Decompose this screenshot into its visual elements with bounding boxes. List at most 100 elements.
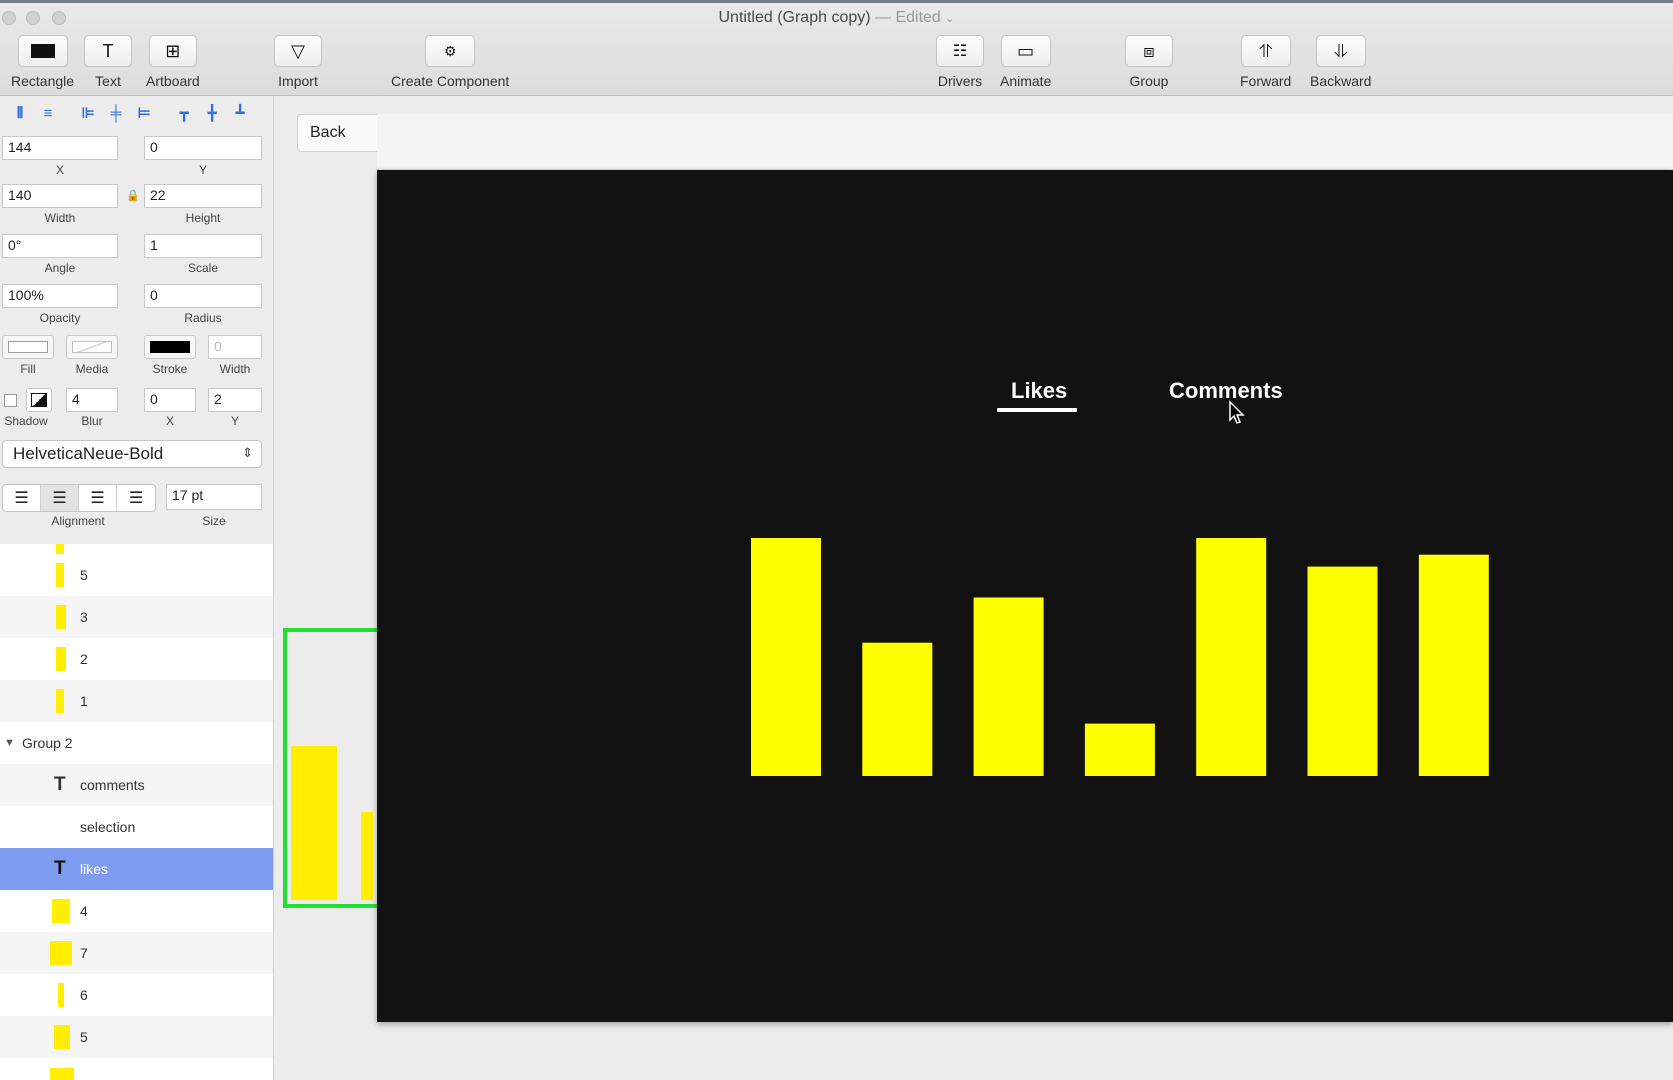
canvas[interactable]: Back Likes Comments bbox=[275, 96, 1673, 1080]
font-size-field[interactable]: 17 pt bbox=[166, 484, 262, 510]
preview-bar[interactable] bbox=[361, 812, 373, 900]
media-swatch[interactable] bbox=[66, 335, 118, 359]
layer-row[interactable]: 6 bbox=[0, 974, 273, 1016]
align-left-icon[interactable]: ⊫ bbox=[74, 102, 102, 124]
layer-name: 7 bbox=[80, 945, 88, 961]
drivers-button[interactable]: ☷ Drivers bbox=[936, 35, 984, 89]
layer-name: selection bbox=[80, 819, 136, 835]
text-align-right-icon[interactable]: ☰ bbox=[79, 485, 117, 511]
width-field[interactable]: 140 bbox=[2, 184, 118, 208]
font-select-value: HelveticaNeue-Bold bbox=[13, 444, 164, 463]
layer-thumbnail bbox=[56, 563, 64, 587]
tab-likes[interactable]: Likes bbox=[1011, 378, 1067, 404]
chart-bar-2[interactable] bbox=[862, 642, 933, 776]
opacity-label: Opacity bbox=[39, 311, 81, 325]
opacity-field[interactable]: 100% bbox=[2, 284, 118, 308]
layer-thumbnail bbox=[50, 1068, 74, 1080]
align-middle-icon[interactable]: ╋ bbox=[198, 102, 226, 124]
disclosure-triangle-icon[interactable]: ▼ bbox=[4, 737, 15, 749]
layer-row[interactable]: 7 bbox=[0, 932, 273, 974]
chart-bar-7[interactable] bbox=[1418, 554, 1489, 776]
layer-row[interactable]: 5 bbox=[0, 1016, 273, 1058]
layer-name: 1 bbox=[80, 693, 88, 709]
font-select[interactable]: HelveticaNeue-Bold ⇕ bbox=[2, 440, 262, 468]
align-top-icon[interactable]: ┳ bbox=[170, 102, 198, 124]
shadow-y-field[interactable]: 2 bbox=[208, 388, 262, 412]
layer-row-selected[interactable]: T likes bbox=[0, 848, 273, 890]
chart-bar-6[interactable] bbox=[1307, 566, 1378, 776]
preview-bar[interactable] bbox=[291, 746, 337, 900]
chart-bar-5[interactable] bbox=[1196, 538, 1267, 776]
align-center-icon[interactable]: ╪ bbox=[102, 102, 130, 124]
edited-indicator[interactable]: — Edited bbox=[875, 9, 941, 26]
angle-field[interactable]: 0° bbox=[2, 234, 118, 258]
layer-thumbnail bbox=[52, 899, 70, 923]
layer-row[interactable]: 2 bbox=[0, 638, 273, 680]
bar-chart bbox=[751, 538, 1489, 777]
layer-row[interactable]: 3 bbox=[0, 596, 273, 638]
layer-row[interactable]: T comments bbox=[0, 764, 273, 806]
x-field[interactable]: 144 bbox=[2, 136, 118, 160]
shadow-checkbox[interactable] bbox=[4, 394, 17, 407]
artboard[interactable]: Likes Comments bbox=[377, 170, 1673, 1022]
lock-icon[interactable]: 🔒 bbox=[126, 189, 140, 202]
create-component-button[interactable]: ⚙ Create Component bbox=[391, 35, 509, 89]
blur-field[interactable]: 4 bbox=[66, 388, 118, 412]
chevron-down-icon[interactable]: ⌄ bbox=[945, 13, 954, 25]
stroke-width-label: Width bbox=[219, 362, 251, 376]
layer-row[interactable]: 1 bbox=[0, 680, 273, 722]
layer-group-row[interactable]: ▼ Group 2 bbox=[0, 722, 273, 764]
text-align-center-icon[interactable]: ☰ bbox=[41, 485, 79, 511]
y-label: Y bbox=[198, 163, 207, 177]
tool-label: Create Component bbox=[391, 73, 510, 89]
radius-field[interactable]: 0 bbox=[144, 284, 262, 308]
forward-button[interactable]: ⥣ Forward bbox=[1240, 35, 1291, 89]
y-field[interactable]: 0 bbox=[144, 136, 262, 160]
animate-button[interactable]: ▭ Animate bbox=[1000, 35, 1051, 89]
chart-bar-3[interactable] bbox=[973, 597, 1044, 777]
layer-row[interactable]: 5 bbox=[0, 554, 273, 596]
rectangle-tool-button[interactable]: Rectangle bbox=[11, 35, 74, 89]
text-align-left-icon[interactable]: ☰ bbox=[3, 485, 41, 511]
mouse-cursor-icon bbox=[1229, 400, 1245, 424]
layer-name: 2 bbox=[80, 651, 88, 667]
layer-thumbnail bbox=[50, 941, 72, 965]
group-button[interactable]: ⧈ Group bbox=[1125, 35, 1173, 89]
drivers-icon: ☷ bbox=[936, 35, 984, 67]
shadow-x-field[interactable]: 0 bbox=[144, 388, 196, 412]
layer-row[interactable]: 4 bbox=[0, 890, 273, 932]
alignment-label: Alignment bbox=[51, 514, 105, 528]
scale-field[interactable]: 1 bbox=[144, 234, 262, 258]
layer-thumbnail bbox=[54, 1025, 70, 1049]
distribute-vertical-icon[interactable]: ≡ bbox=[34, 102, 62, 124]
tab-comments[interactable]: Comments bbox=[1169, 378, 1283, 404]
chart-bar-1[interactable] bbox=[751, 538, 821, 776]
layer-row[interactable]: selection bbox=[0, 806, 273, 848]
import-button[interactable]: ▽ Import bbox=[274, 35, 322, 89]
artboard-tool-button[interactable]: ⊞ Artboard bbox=[146, 35, 200, 89]
shadow-label: Shadow bbox=[4, 414, 48, 428]
distribute-horizontal-icon[interactable]: ⫴ bbox=[6, 102, 34, 124]
text-align-justify-icon[interactable]: ☰ bbox=[117, 485, 155, 511]
animate-icon: ▭ bbox=[1000, 35, 1051, 67]
chart-bar-4[interactable] bbox=[1084, 723, 1155, 776]
text-tool-button[interactable]: T Text bbox=[84, 35, 132, 89]
stroke-swatch[interactable] bbox=[144, 335, 196, 359]
text-layer-icon: T bbox=[54, 774, 66, 795]
import-icon: ▽ bbox=[274, 35, 322, 67]
layer-thumbnail bbox=[56, 647, 66, 671]
forward-icon: ⥣ bbox=[1240, 35, 1291, 67]
component-icon: ⚙ bbox=[425, 35, 476, 67]
align-bottom-icon[interactable]: ┻ bbox=[226, 102, 254, 124]
fill-swatch[interactable] bbox=[2, 335, 54, 359]
backward-button[interactable]: ⥥ Backward bbox=[1310, 35, 1371, 89]
shadow-color-swatch[interactable] bbox=[26, 388, 52, 412]
layer-thumbnail bbox=[56, 544, 64, 554]
alignment-segmented-control: ☰ ☰ ☰ ☰ bbox=[2, 484, 156, 512]
align-right-icon[interactable]: ⊨ bbox=[130, 102, 158, 124]
stroke-width-field[interactable]: 0 bbox=[208, 335, 262, 359]
height-field[interactable]: 22 bbox=[144, 184, 262, 208]
media-label: Media bbox=[75, 362, 109, 376]
layer-name: 5 bbox=[80, 567, 88, 583]
height-label: Height bbox=[185, 211, 221, 225]
